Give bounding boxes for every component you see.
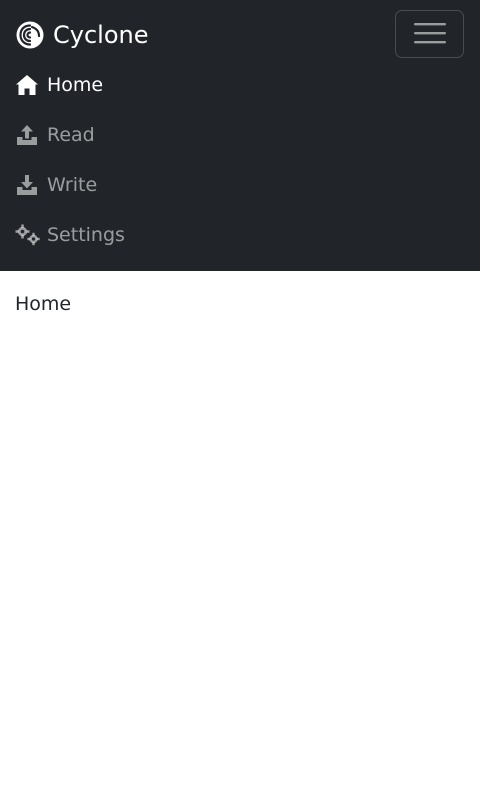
gears-icon — [15, 223, 41, 247]
main-content: Home — [0, 271, 480, 337]
nav-item-write[interactable]: Write — [0, 160, 480, 210]
nav-item-home[interactable]: Home — [0, 60, 480, 110]
nav-label-read: Read — [47, 124, 95, 146]
navbar-toggler-button[interactable] — [395, 10, 464, 58]
nav-label-home: Home — [47, 74, 104, 96]
nav-label-write: Write — [47, 174, 98, 196]
nav-menu: Home Read Write Settings — [0, 60, 480, 260]
download-icon — [15, 173, 41, 197]
top-navbar: Cyclone Home Read Write Settings — [0, 0, 480, 271]
nav-item-settings[interactable]: Settings — [0, 210, 480, 260]
house-icon — [15, 73, 41, 97]
brand-name: Cyclone — [53, 21, 149, 49]
upload-icon — [15, 123, 41, 147]
hamburger-icon — [413, 21, 446, 48]
cyclone-logo-icon — [15, 20, 45, 50]
nav-label-settings: Settings — [47, 224, 125, 246]
brand-link[interactable]: Cyclone — [15, 18, 148, 52]
page-title: Home — [15, 293, 72, 315]
nav-item-read[interactable]: Read — [0, 110, 480, 160]
